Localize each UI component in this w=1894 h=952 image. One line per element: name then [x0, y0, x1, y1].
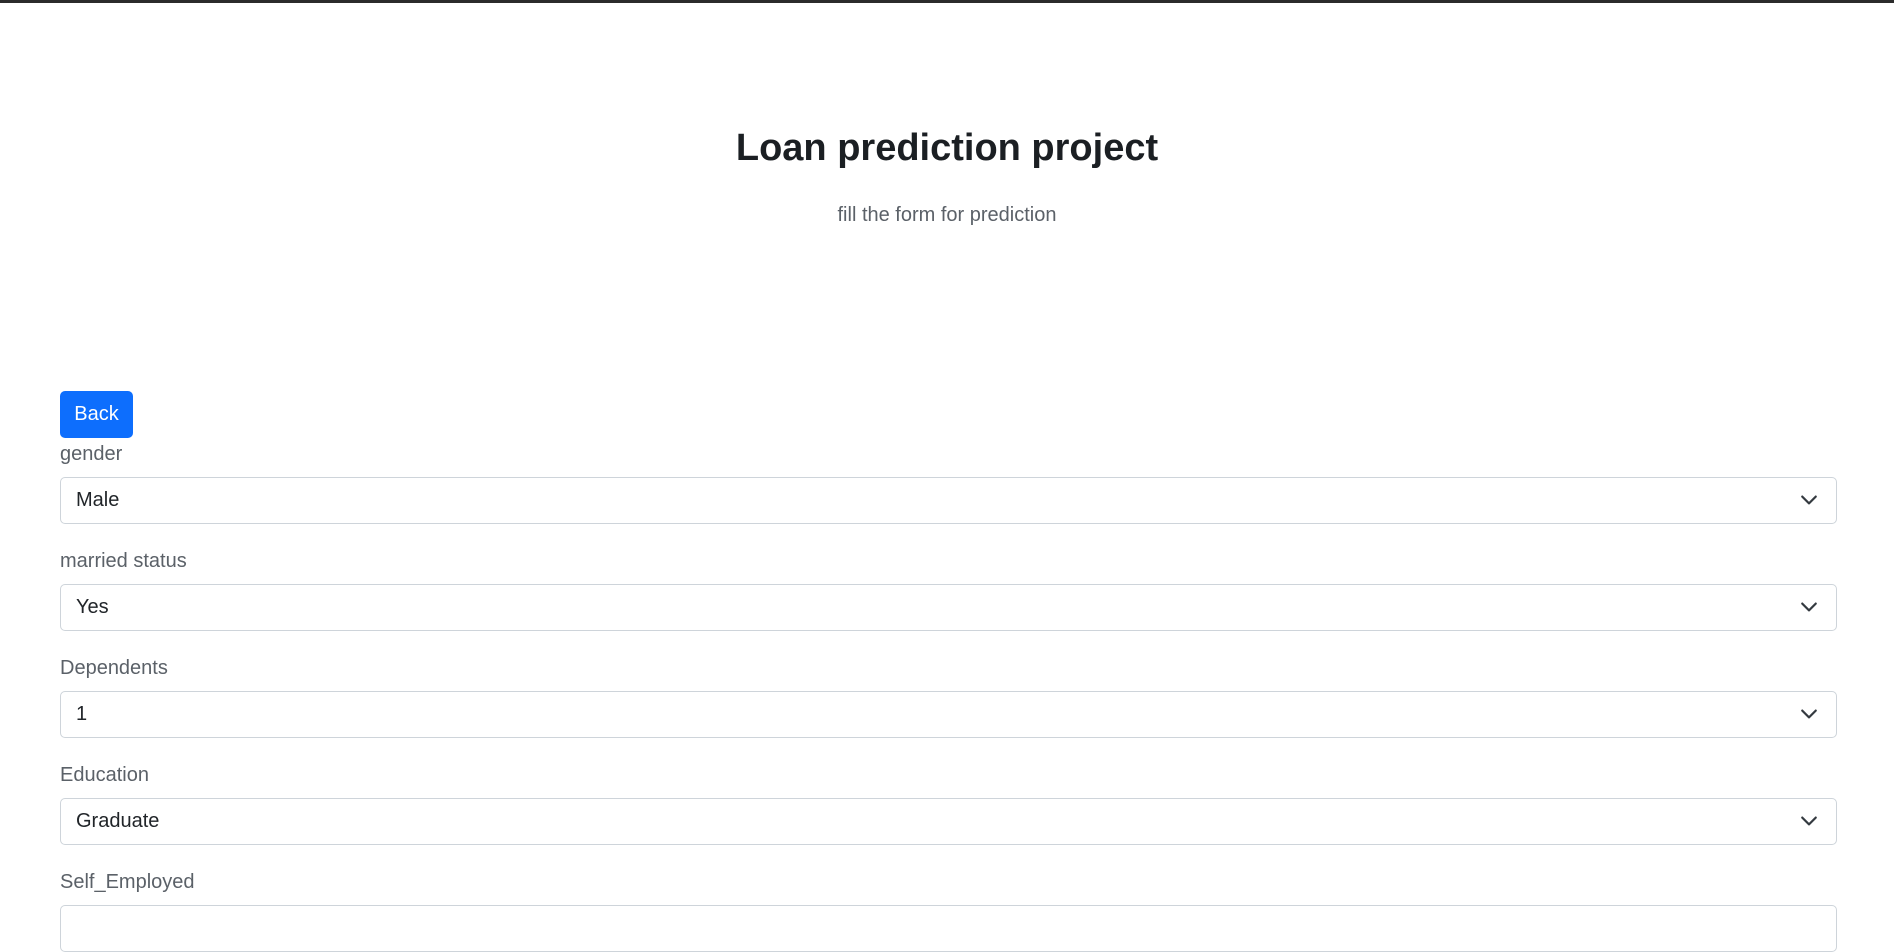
chevron-down-icon	[1801, 495, 1817, 505]
gender-select[interactable]: Male	[60, 477, 1837, 524]
dependents-label: Dependents	[60, 657, 168, 679]
married-status-label: married status	[60, 550, 187, 572]
gender-label: gender	[60, 443, 123, 465]
back-button[interactable]: Back	[60, 391, 133, 438]
chevron-down-icon	[1801, 816, 1817, 826]
education-select-value: Graduate	[76, 810, 160, 832]
married-status-select-value: Yes	[76, 596, 109, 618]
self-employed-select[interactable]	[60, 905, 1837, 952]
education-label: Education	[60, 764, 149, 786]
gender-select-value: Male	[76, 489, 120, 511]
dependents-select[interactable]: 1	[60, 691, 1837, 738]
chevron-down-icon	[1801, 602, 1817, 612]
page-subtitle: fill the form for prediction	[837, 204, 1057, 226]
top-border	[0, 0, 1894, 3]
married-status-select[interactable]: Yes	[60, 584, 1837, 631]
page-title: Loan prediction project	[735, 127, 1159, 169]
education-select[interactable]: Graduate	[60, 798, 1837, 845]
self-employed-label: Self_Employed	[60, 871, 195, 893]
dependents-select-value: 1	[76, 703, 88, 725]
chevron-down-icon	[1801, 709, 1817, 719]
